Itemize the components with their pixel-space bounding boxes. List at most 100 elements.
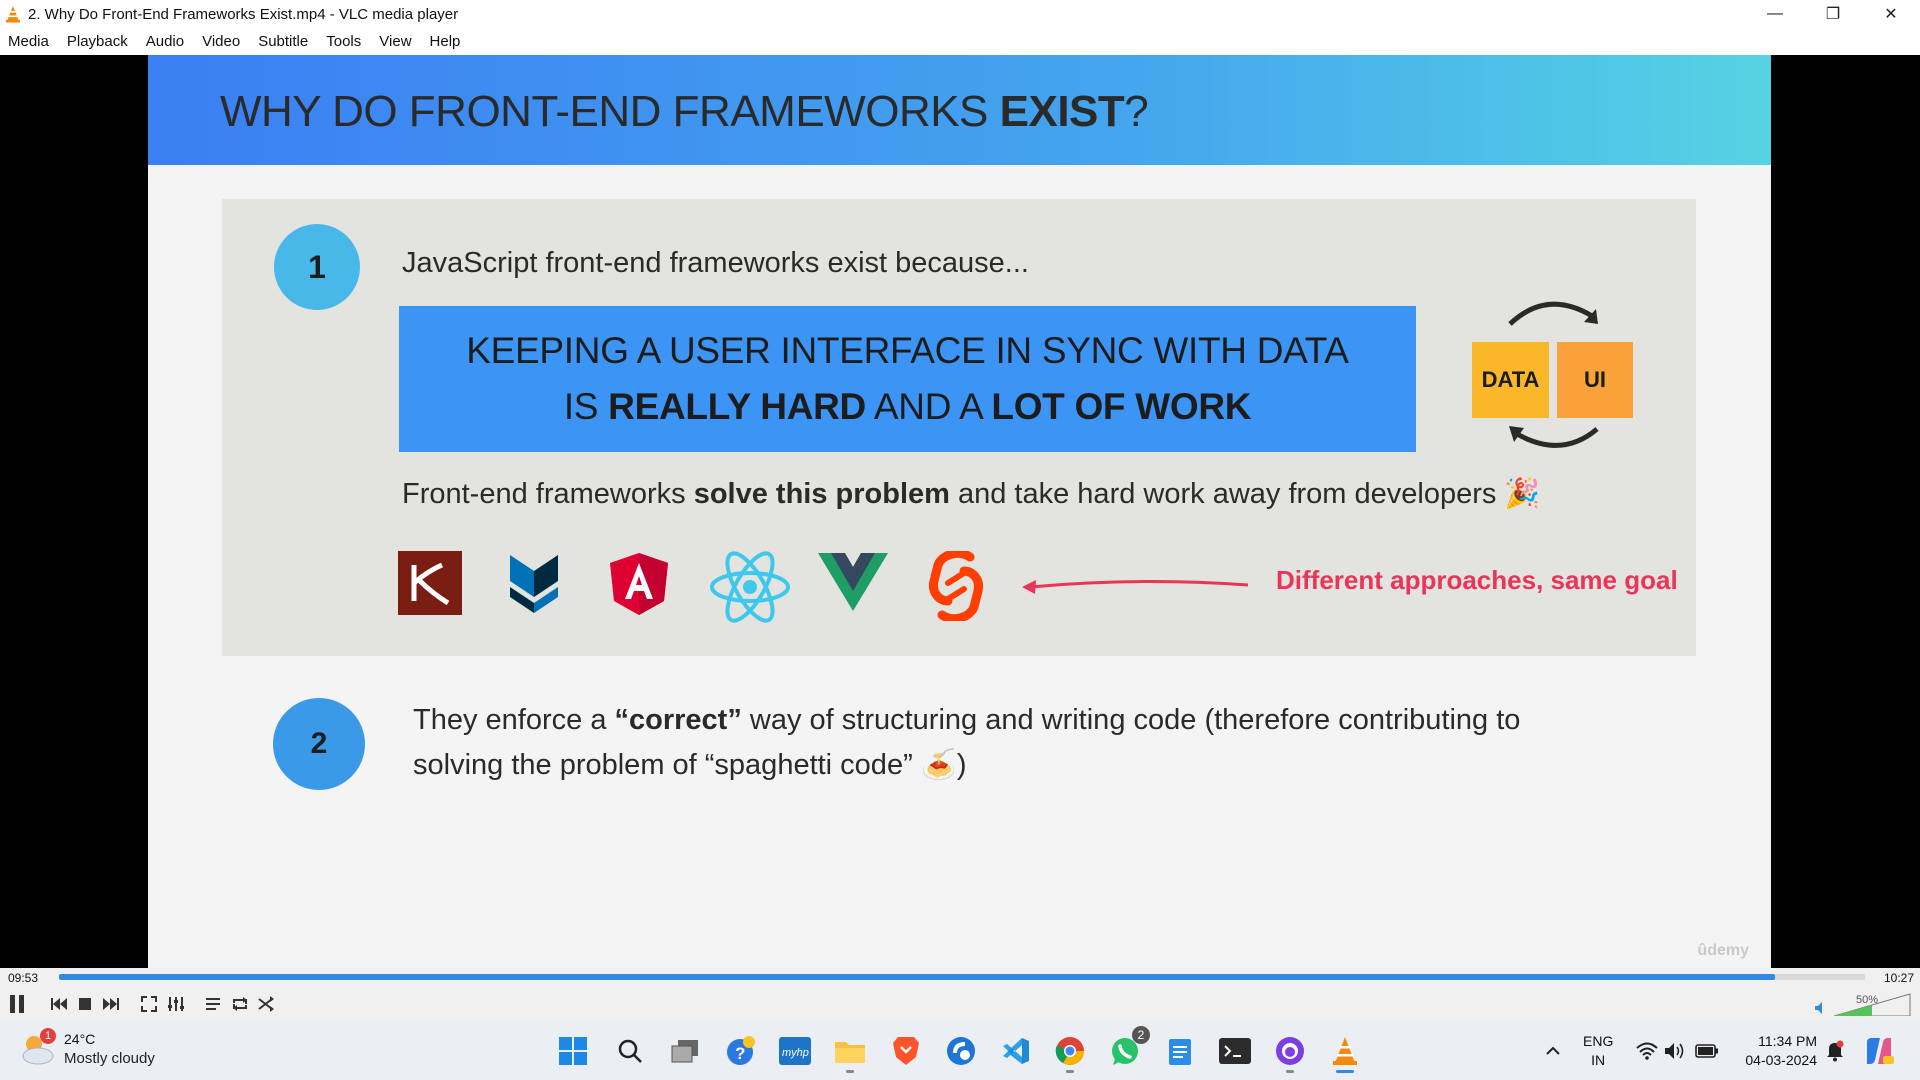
skip-back-icon bbox=[51, 998, 67, 1010]
equalizer-icon bbox=[168, 997, 184, 1011]
task-view-icon bbox=[671, 1040, 698, 1063]
running-indicator bbox=[1066, 1070, 1074, 1073]
notepad-icon bbox=[1169, 1039, 1191, 1065]
react-logo bbox=[710, 551, 790, 623]
volume-label: 50% bbox=[1856, 994, 1879, 1006]
vscode-icon bbox=[1003, 1038, 1029, 1064]
vlc-cone-icon bbox=[1333, 1037, 1357, 1065]
solve-text: Front-end frameworks solve this problem … bbox=[402, 478, 1541, 510]
loop-icon bbox=[233, 997, 247, 1011]
angular-logo bbox=[610, 553, 668, 615]
close-button[interactable]: ✕ bbox=[1862, 0, 1920, 28]
notifications-button[interactable] bbox=[1818, 1034, 1852, 1068]
battery-icon bbox=[1695, 1044, 1718, 1058]
total-time[interactable]: 10:27 bbox=[1884, 971, 1914, 985]
approaches-caption: Different approaches, same goal bbox=[1276, 565, 1678, 595]
active-indicator bbox=[1336, 1070, 1354, 1073]
ui-box: UI bbox=[1557, 342, 1633, 418]
fullscreen-button[interactable] bbox=[138, 993, 160, 1015]
minimize-button[interactable]: — bbox=[1746, 0, 1804, 28]
svg-text:myhp: myhp bbox=[782, 1047, 809, 1059]
volume-slider[interactable]: 50% bbox=[1814, 992, 1914, 1018]
vue-logo bbox=[818, 553, 888, 611]
menu-subtitle[interactable]: Subtitle bbox=[252, 33, 314, 50]
stop-button[interactable] bbox=[74, 993, 96, 1015]
window-title: 2. Why Do Front-End Frameworks Exist.mp4… bbox=[28, 5, 459, 23]
running-indicator bbox=[846, 1070, 854, 1073]
pause-button[interactable] bbox=[6, 993, 28, 1015]
weather-condition: Mostly cloudy bbox=[64, 1050, 155, 1067]
title-bar: 2. Why Do Front-End Frameworks Exist.mp4… bbox=[0, 0, 1920, 28]
speaker-icon bbox=[1665, 1043, 1684, 1059]
seek-bar[interactable] bbox=[59, 974, 1865, 980]
start-button[interactable] bbox=[556, 1034, 590, 1068]
weather-widget[interactable]: 1 24°C Mostly cloudy bbox=[20, 1028, 170, 1072]
extended-settings-button[interactable] bbox=[165, 993, 187, 1015]
menu-audio[interactable]: Audio bbox=[140, 33, 190, 50]
video-frame-slide: WHY DO FRONT-END FRAMEWORKS EXIST? 1 Jav… bbox=[148, 55, 1771, 968]
battery-status[interactable] bbox=[1690, 1034, 1724, 1068]
menu-tools[interactable]: Tools bbox=[320, 33, 367, 50]
shuffle-icon bbox=[258, 996, 274, 1012]
copilot-button[interactable] bbox=[1862, 1034, 1896, 1068]
menu-video[interactable]: Video bbox=[196, 33, 246, 50]
volume-status[interactable] bbox=[1658, 1034, 1692, 1068]
intro-text: JavaScript front-end frameworks exist be… bbox=[402, 247, 1029, 279]
show-hidden-icons-button[interactable] bbox=[1536, 1034, 1570, 1068]
seek-row: 09:53 10:27 bbox=[0, 968, 1920, 988]
terminal-icon bbox=[1219, 1038, 1251, 1064]
brave-lion-icon bbox=[893, 1037, 919, 1065]
taskbar-brave[interactable] bbox=[889, 1034, 923, 1068]
menu-view[interactable]: View bbox=[373, 33, 417, 50]
region-code: IN bbox=[1591, 1052, 1606, 1068]
clock[interactable]: 11:34 PM 04-03-2024 bbox=[1735, 1032, 1817, 1070]
next-button[interactable] bbox=[100, 993, 122, 1015]
svelte-logo bbox=[928, 551, 984, 621]
speaker-icon bbox=[1815, 1002, 1822, 1014]
playback-controls: 50% bbox=[0, 988, 1920, 1020]
point-one-panel: 1 JavaScript front-end frameworks exist … bbox=[222, 199, 1696, 656]
shuffle-button[interactable] bbox=[255, 993, 277, 1015]
taskbar-vscode[interactable] bbox=[999, 1034, 1033, 1068]
chrome-icon bbox=[1055, 1037, 1084, 1065]
taskbar-search[interactable] bbox=[613, 1034, 647, 1068]
elapsed-time: 09:53 bbox=[8, 971, 39, 985]
myhp-icon: myhp bbox=[779, 1037, 811, 1065]
taskbar-notepad[interactable] bbox=[1163, 1034, 1197, 1068]
vlc-cone-icon bbox=[6, 6, 20, 23]
copilot-icon bbox=[1867, 1038, 1894, 1064]
previous-button[interactable] bbox=[48, 993, 70, 1015]
taskbar-task-view[interactable] bbox=[668, 1034, 702, 1068]
taskbar-app-blue[interactable] bbox=[944, 1034, 978, 1068]
video-area[interactable]: WHY DO FRONT-END FRAMEWORKS EXIST? 1 Jav… bbox=[0, 55, 1920, 968]
loop-button[interactable] bbox=[229, 993, 251, 1015]
backbone-logo bbox=[510, 555, 558, 613]
pause-icon bbox=[10, 995, 24, 1013]
taskbar-chrome[interactable] bbox=[1053, 1034, 1087, 1073]
taskbar-whatsapp[interactable]: 2 bbox=[1108, 1026, 1150, 1068]
whatsapp-badge: 2 bbox=[1132, 1026, 1150, 1044]
taskbar-file-explorer[interactable] bbox=[833, 1034, 867, 1073]
taskbar-myhp[interactable]: myhp bbox=[778, 1034, 812, 1068]
folder-icon bbox=[835, 1042, 865, 1063]
taskbar-vlc[interactable] bbox=[1328, 1034, 1362, 1073]
playlist-button[interactable] bbox=[202, 993, 224, 1015]
taskbar-github-desktop[interactable] bbox=[1273, 1034, 1307, 1073]
input-language[interactable]: ENG IN bbox=[1583, 1032, 1613, 1070]
knockout-logo bbox=[398, 551, 462, 615]
taskbar-get-help[interactable]: ? bbox=[724, 1034, 758, 1068]
bell-icon bbox=[1827, 1040, 1844, 1062]
running-indicator bbox=[1286, 1070, 1294, 1073]
taskbar-terminal[interactable] bbox=[1218, 1034, 1252, 1068]
menu-help[interactable]: Help bbox=[424, 33, 467, 50]
skip-forward-icon bbox=[103, 998, 119, 1010]
menu-media[interactable]: Media bbox=[2, 33, 55, 50]
seek-bar-fill bbox=[59, 974, 1775, 980]
github-icon bbox=[1276, 1037, 1304, 1065]
menu-playback[interactable]: Playback bbox=[61, 33, 134, 50]
enforce-text: They enforce a “correct” way of structur… bbox=[413, 704, 1521, 781]
restore-button[interactable]: ❐ bbox=[1804, 0, 1862, 28]
left-arrow-icon bbox=[1022, 579, 1249, 594]
key-message-line-2: IS REALLY HARD AND A LOT OF WORK bbox=[563, 386, 1252, 427]
svg-text:?: ? bbox=[735, 1044, 745, 1063]
